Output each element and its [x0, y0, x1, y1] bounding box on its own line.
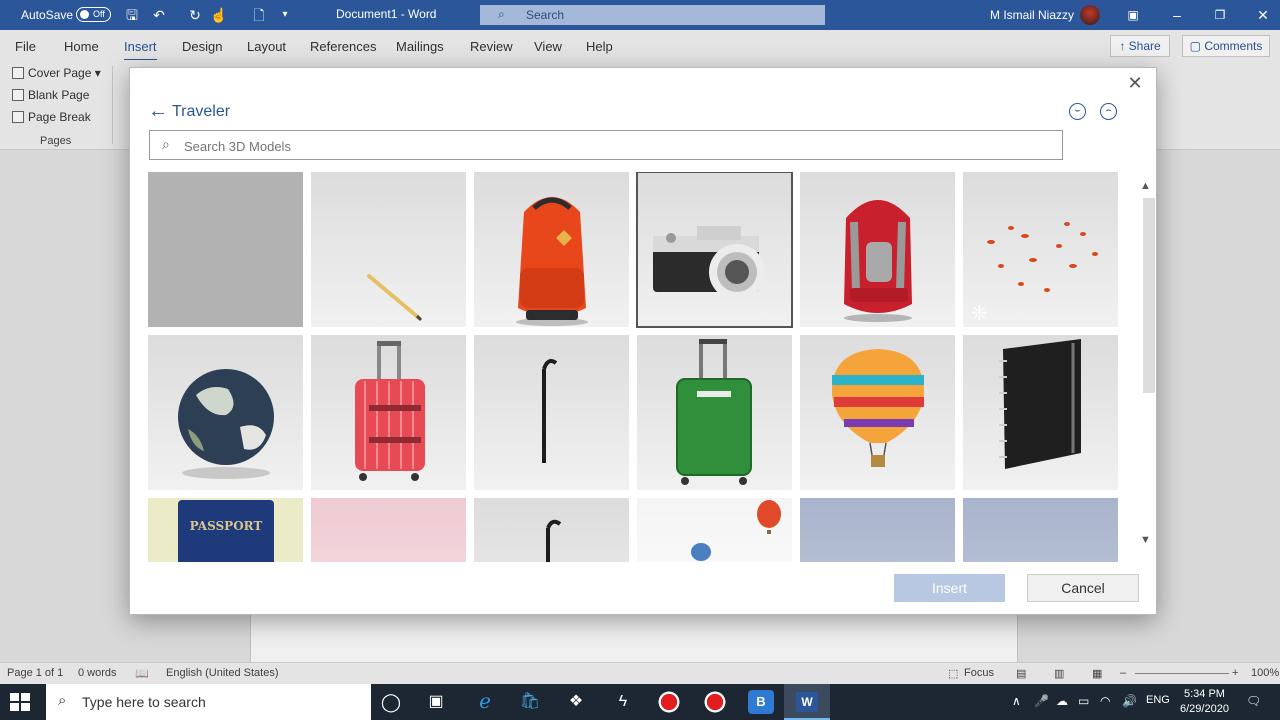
clock-time: 5:34 PM: [1183, 688, 1225, 700]
svg-text:PASSPORT: PASSPORT: [190, 519, 263, 533]
search-3d-models-field[interactable]: ⌕: [149, 130, 1063, 160]
tray-overflow-icon[interactable]: ∧: [1012, 694, 1021, 708]
title-search-box[interactable]: ⌕ Search: [480, 5, 825, 25]
model-tile-passport[interactable]: PASSPORT: [148, 498, 303, 562]
model-tile-orange-backpack[interactable]: [474, 172, 629, 327]
model-tile-notebook[interactable]: [963, 335, 1118, 490]
edge-icon[interactable]: ℯ: [472, 690, 498, 714]
smile-icon[interactable]: ⌣: [1069, 103, 1086, 120]
walking-cane-image: [546, 519, 562, 562]
autosave-label: AutoSave: [21, 8, 74, 22]
model-tile-pink[interactable]: [311, 498, 466, 562]
clock-date: 6/29/2020: [1180, 703, 1229, 715]
scroll-up-icon[interactable]: ▲: [1140, 180, 1151, 192]
taskbar-search-placeholder: Type here to search: [82, 694, 206, 710]
green-suitcase-image: [676, 339, 752, 485]
volume-icon[interactable]: 🔊: [1122, 694, 1137, 708]
model-tile-red-suitcase[interactable]: [311, 335, 466, 490]
autosave-state: Off: [93, 9, 105, 19]
cancel-button[interactable]: Cancel: [1027, 574, 1139, 602]
notifications-icon[interactable]: 🗨: [1246, 694, 1261, 708]
scroll-down-icon[interactable]: ▼: [1140, 534, 1151, 546]
search-icon: ⌕: [58, 692, 67, 709]
b-app-icon[interactable]: B: [748, 690, 774, 714]
model-tile-camera[interactable]: [636, 172, 793, 328]
cortana-icon[interactable]: ◯: [378, 690, 404, 714]
pencil-image: [367, 274, 423, 322]
battery-icon[interactable]: ▭: [1078, 694, 1089, 708]
taskbar: ⌕ Type here to search ◯ ▣ ℯ 🛍 ❖ ϟ B W ∧ …: [0, 684, 1280, 720]
search-icon: ⌕: [498, 7, 505, 21]
taskbar-search-box[interactable]: ⌕ Type here to search: [46, 684, 371, 720]
word-icon: W: [796, 692, 818, 712]
avatar[interactable]: [1080, 5, 1100, 25]
search-3d-models-input[interactable]: [184, 136, 1044, 156]
language-indicator[interactable]: ENG: [1146, 694, 1170, 706]
wifi-icon[interactable]: ◠: [1100, 694, 1110, 708]
balloons-image: [691, 500, 781, 561]
orange-backpack-image: [516, 197, 588, 326]
minimize-icon[interactable]: –: [1166, 4, 1188, 26]
save-icon[interactable]: 🖫: [123, 6, 141, 24]
model-tile-pencil[interactable]: [311, 172, 466, 327]
insert-button[interactable]: Insert: [894, 574, 1005, 602]
models-grid: ❈ PASSPORT: [148, 172, 1123, 562]
model-tile-globe[interactable]: [148, 335, 303, 490]
category-title: Traveler: [172, 103, 231, 120]
model-tile-blue-2[interactable]: [963, 498, 1118, 562]
falling-leaves-image: ❈: [971, 222, 1098, 325]
autosave-toggle[interactable]: Off: [76, 7, 111, 22]
search-icon: ⌕: [162, 136, 170, 152]
model-tile-blank[interactable]: [148, 172, 303, 327]
windows-start-icon[interactable]: [10, 692, 32, 712]
close-icon[interactable]: ✕: [1125, 73, 1145, 93]
recorder-icon-2[interactable]: [702, 690, 728, 714]
3d-models-dialog: ✕ ← Traveler ⌣ ⌢ ⌕ Search 3D Models ❈ PA…: [129, 67, 1157, 615]
redo-icon[interactable]: ↻: [186, 6, 204, 24]
title-bar: AutoSave Off 🖫 ↶ ↻ ☝ 🗋 ▾ Document1 - Wor…: [0, 0, 1280, 30]
onedrive-icon[interactable]: ☁: [1056, 694, 1068, 708]
model-tile-red-backpack[interactable]: [800, 172, 955, 327]
word-taskbar-button[interactable]: W: [784, 684, 830, 720]
back-arrow-icon[interactable]: ←: [148, 101, 168, 121]
notebook-image: [999, 339, 1081, 469]
document-title: Document1 - Word: [336, 7, 437, 21]
model-tile-green-suitcase[interactable]: [637, 335, 792, 490]
red-suitcase-image: [355, 341, 425, 481]
app-icon[interactable]: ϟ: [610, 690, 636, 714]
model-tile-falling-leaves[interactable]: ❈: [963, 172, 1118, 327]
new-doc-icon[interactable]: 🗋: [250, 6, 268, 24]
customize-icon[interactable]: ▾: [276, 6, 294, 24]
close-icon[interactable]: ✕: [1252, 4, 1274, 26]
model-tile-blue[interactable]: [800, 498, 955, 562]
recorder-icon[interactable]: [656, 690, 682, 714]
store-icon[interactable]: 🛍: [517, 690, 543, 714]
user-name[interactable]: M Ismail Niazzy: [990, 8, 1074, 22]
model-tile-walking-cane[interactable]: [474, 335, 629, 490]
restore-icon[interactable]: ❐: [1209, 4, 1231, 26]
frown-icon[interactable]: ⌢: [1100, 103, 1117, 120]
ribbon-display-icon[interactable]: ▣: [1122, 4, 1144, 26]
microphone-icon[interactable]: 🎤: [1034, 694, 1049, 708]
model-tile-walking-cane-2[interactable]: [474, 498, 629, 562]
model-tile-balloons[interactable]: [637, 498, 792, 562]
clock[interactable]: 5:34 PM 6/29/2020: [1180, 687, 1229, 717]
undo-icon[interactable]: ↶: [150, 6, 168, 24]
touch-mode-icon[interactable]: ☝: [210, 6, 228, 24]
title-search-placeholder: Search: [526, 8, 565, 22]
scrollbar-thumb[interactable]: [1143, 198, 1155, 393]
model-tile-hot-air-balloon[interactable]: [800, 335, 955, 490]
walking-cane-image: [542, 359, 558, 463]
dropbox-icon[interactable]: ❖: [563, 690, 589, 714]
animation-badge-icon: ❈: [971, 301, 988, 325]
passport-image: PASSPORT: [178, 500, 274, 562]
globe-image: [178, 369, 274, 479]
camera-image: [653, 226, 765, 300]
task-view-icon[interactable]: ▣: [423, 690, 449, 714]
red-backpack-image: [844, 200, 912, 322]
hot-air-balloon-image: [831, 349, 925, 467]
